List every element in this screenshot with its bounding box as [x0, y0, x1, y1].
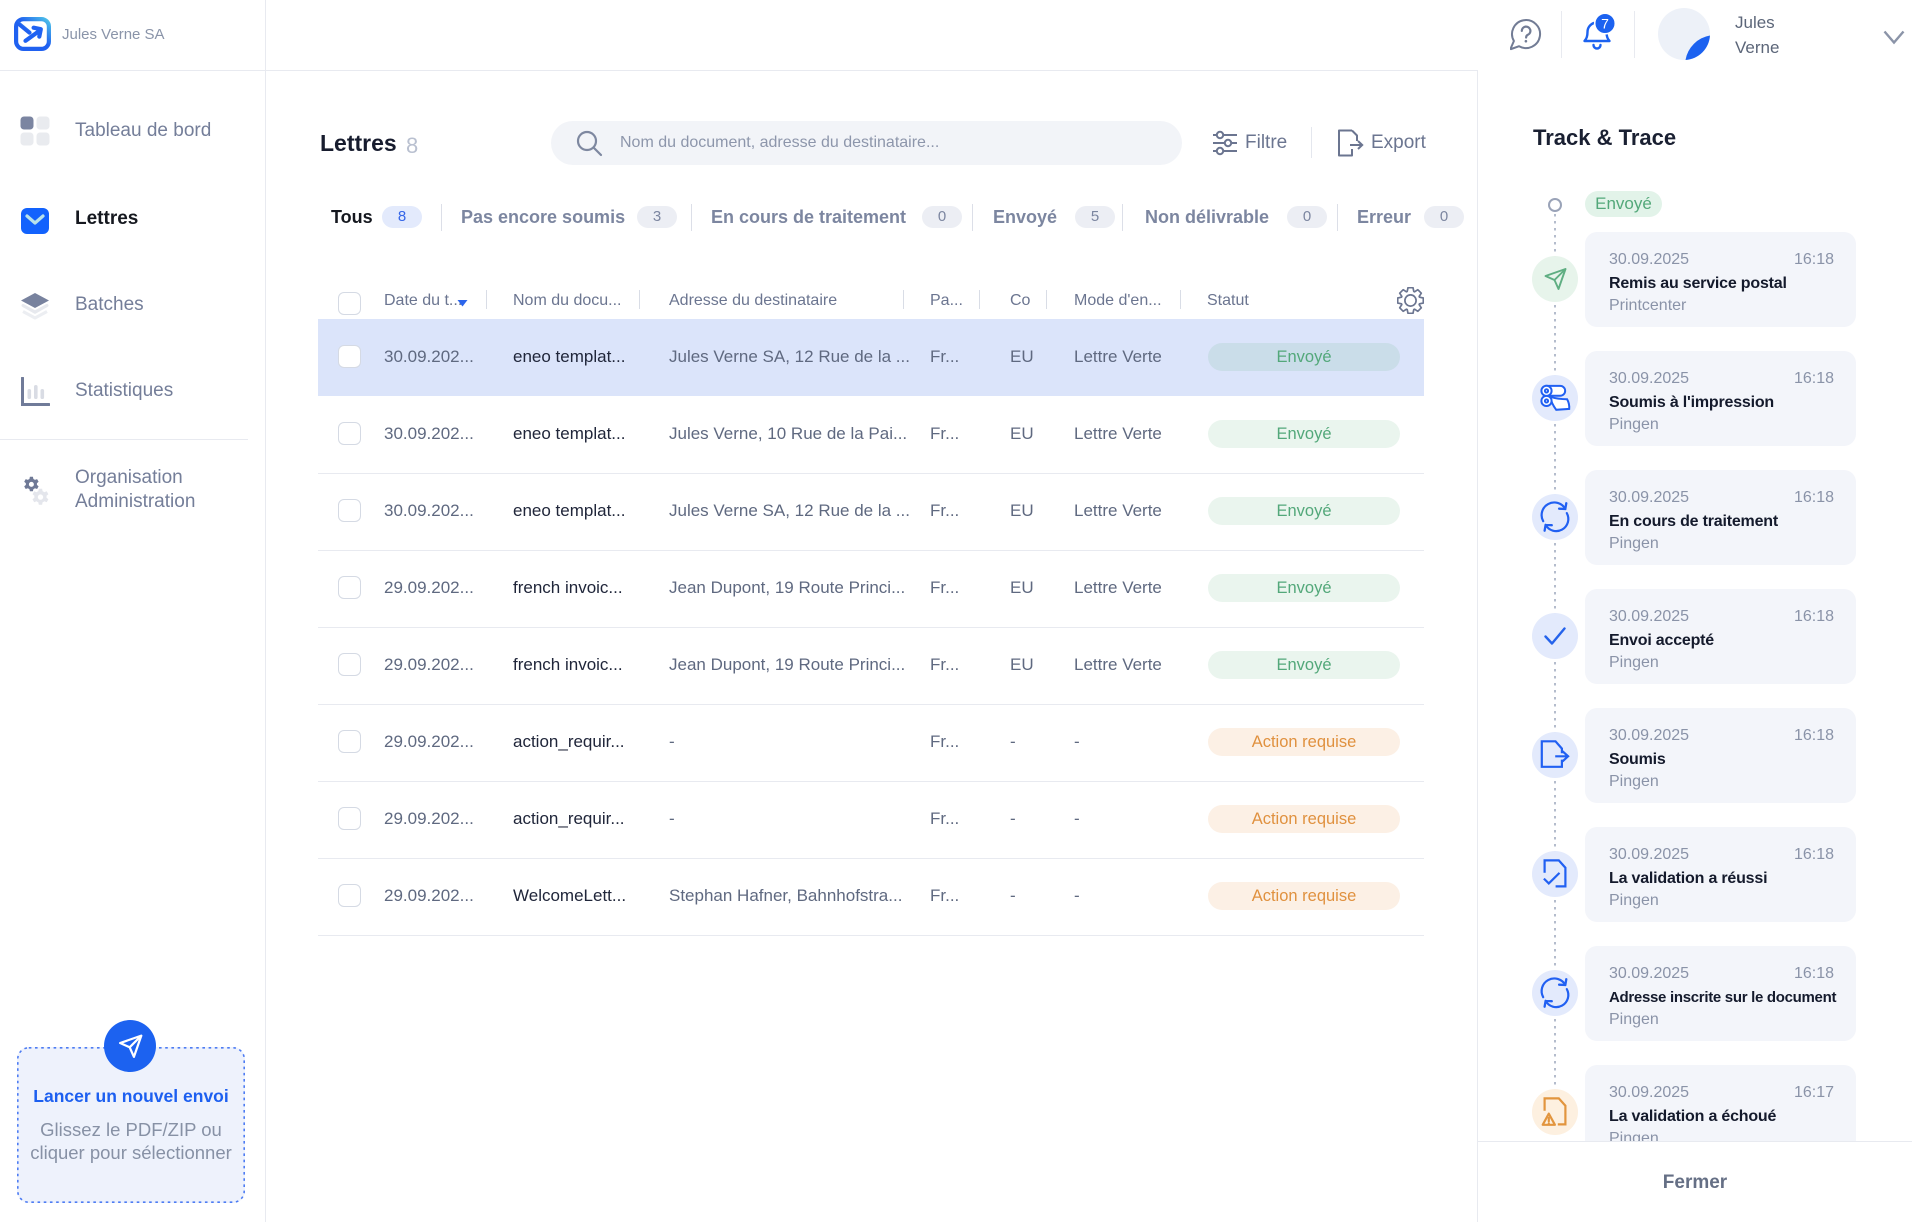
svg-text:7: 7 [1601, 16, 1609, 32]
